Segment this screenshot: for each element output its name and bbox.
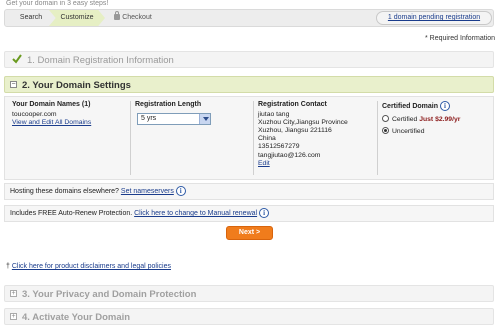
manual-renewal-link[interactable]: Click here to change to Manual renewal — [134, 210, 257, 217]
info-icon[interactable]: i — [439, 101, 450, 111]
contact-edit-link[interactable]: Edit — [258, 160, 373, 168]
step-customize[interactable]: Customize — [49, 10, 105, 26]
contact-country: China — [258, 135, 276, 143]
registration-contact-column: Registration Contact jiutao tang Xuzhou … — [258, 101, 373, 168]
info-icon[interactable]: i — [175, 186, 186, 197]
next-button[interactable]: Next > — [226, 226, 273, 240]
domain-settings-panel: Your Domain Names (1) toucooper.com View… — [4, 96, 494, 180]
certified-label: Certified — [392, 116, 418, 123]
certified-price: Just $2.99/yr — [419, 116, 461, 123]
set-nameservers-link[interactable]: Set nameservers — [121, 188, 174, 195]
contact-address-line2: Xuzhou, Jiangsu 221116 — [258, 127, 332, 135]
contact-name: jiutao tang — [258, 111, 290, 119]
registration-length-select[interactable]: 5 yrs — [137, 113, 211, 125]
domain-name: toucooper.com — [12, 111, 57, 119]
registration-contact-header: Registration Contact — [258, 101, 327, 108]
domain-names-column: Your Domain Names (1) toucooper.com View… — [12, 101, 127, 127]
hosting-text: Hosting these domains elsewhere? — [10, 188, 119, 195]
section-4-title: 4. Activate Your Domain — [22, 312, 131, 323]
certified-domain-header-row: Certified Domain i — [382, 101, 492, 111]
disclaimer-link[interactable]: Click here for product disclaimers and l… — [12, 263, 171, 270]
divider — [377, 101, 378, 175]
certified-domain-header: Certified Domain — [382, 102, 439, 110]
required-note: * Required Information — [425, 35, 496, 42]
uncertified-radio[interactable] — [382, 127, 389, 135]
section-activate-domain[interactable]: + 4. Activate Your Domain — [4, 308, 494, 325]
section-domain-registration[interactable]: 1. Domain Registration Information — [4, 51, 494, 68]
divider — [253, 101, 254, 175]
step-checkout[interactable]: Checkout — [107, 10, 159, 26]
contact-address-line1: Xuzhou City,Jiangsu Province — [258, 119, 348, 127]
registration-length-header: Registration Length — [135, 101, 202, 108]
section-privacy-protection[interactable]: + 3. Your Privacy and Domain Protection — [4, 285, 494, 302]
expand-icon[interactable]: + — [10, 313, 17, 320]
hosting-row: Hosting these domains elsewhere? Set nam… — [4, 183, 494, 200]
certified-radio[interactable] — [382, 115, 389, 122]
dagger-marker: † — [6, 263, 10, 270]
expand-icon[interactable]: + — [10, 290, 17, 297]
registration-length-column: Registration Length — [135, 101, 250, 111]
view-edit-domains-link[interactable]: View and Edit All Domains — [12, 119, 127, 127]
uncertified-label: Uncertified — [392, 128, 425, 136]
lock-icon — [114, 11, 121, 20]
divider — [130, 101, 131, 175]
pending-registration-link[interactable]: 1 domain pending registration — [376, 11, 492, 25]
registration-length-value: 5 yrs — [141, 115, 157, 122]
step-search[interactable]: Search — [11, 10, 51, 26]
contact-email: tangjiutao@126.com — [258, 151, 321, 159]
contact-phone: 13512567279 — [258, 143, 300, 151]
collapse-icon[interactable]: − — [10, 81, 17, 88]
auto-renew-text: Includes FREE Auto-Renew Protection. — [10, 210, 133, 217]
section-3-title: 3. Your Privacy and Domain Protection — [22, 289, 197, 300]
certified-option[interactable]: Certified Just $2.99/yr — [382, 115, 492, 124]
section-domain-settings[interactable]: − 2. Your Domain Settings — [4, 76, 494, 93]
info-icon[interactable]: i — [259, 208, 270, 219]
domain-names-header: Your Domain Names (1) — [12, 101, 91, 108]
section-1-title: 1. Domain Registration Information — [27, 55, 174, 66]
section-2-title: 2. Your Domain Settings — [22, 80, 131, 91]
tagline: Get your domain in 3 easy steps! — [6, 0, 109, 7]
checkmark-icon — [12, 54, 22, 64]
steps-bar: Search Customize Checkout 1 domain pendi… — [4, 9, 494, 27]
step-checkout-label: Checkout — [122, 14, 152, 21]
disclaimer-row: † Click here for product disclaimers and… — [6, 263, 171, 270]
dropdown-arrow-icon — [199, 114, 210, 124]
certified-domain-column: Certified Domain i Certified Just $2.99/… — [382, 101, 492, 136]
auto-renew-row: Includes FREE Auto-Renew Protection. Cli… — [4, 205, 494, 222]
uncertified-option[interactable]: Uncertified — [382, 127, 492, 136]
